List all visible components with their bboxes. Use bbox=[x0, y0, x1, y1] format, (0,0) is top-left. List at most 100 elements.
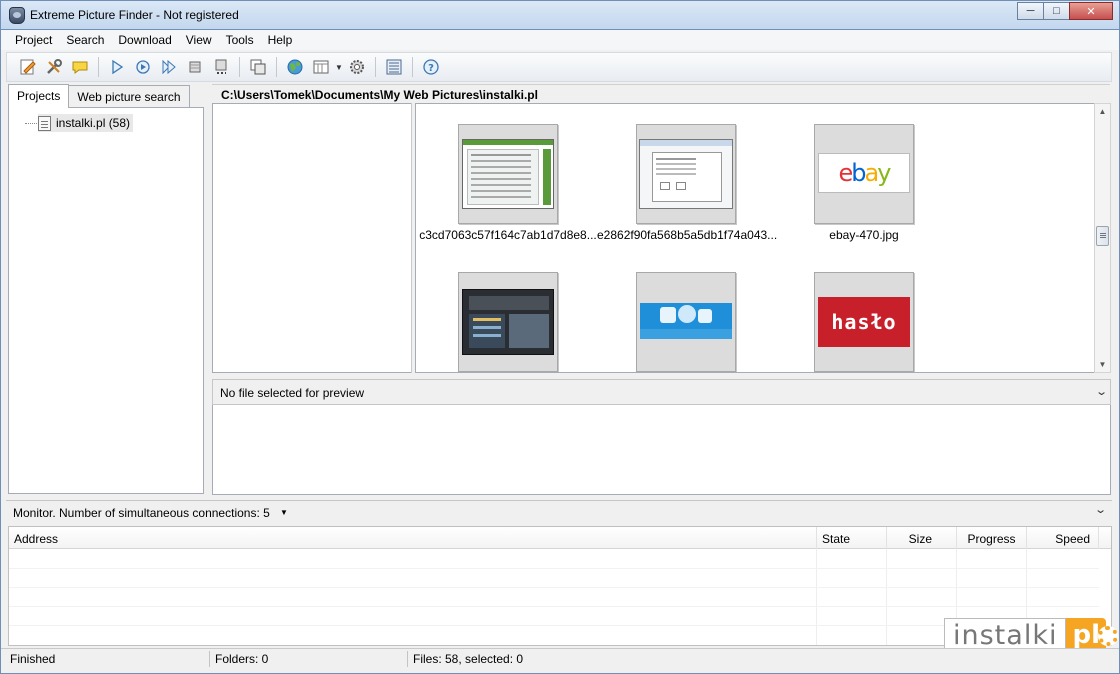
menu-search[interactable]: Search bbox=[59, 30, 111, 50]
menu-project[interactable]: Project bbox=[8, 30, 59, 50]
left-tabs: Projects Web picture search bbox=[8, 84, 190, 108]
stop-icon bbox=[189, 61, 201, 73]
connections-dropdown-icon[interactable]: ▼ bbox=[280, 508, 288, 517]
watermark-suffix-text: pl bbox=[1072, 620, 1100, 650]
monitor-collapse-icon[interactable]: ⌄ bbox=[1094, 503, 1107, 516]
current-path: C:\Users\Tomek\Documents\My Web Pictures… bbox=[221, 88, 538, 102]
toolbar-separator bbox=[239, 57, 240, 77]
edit-project-icon bbox=[20, 59, 36, 75]
preview-collapse-icon[interactable]: ⌄ bbox=[1095, 385, 1108, 398]
thumbnail-label: ebay-470.jpg bbox=[829, 228, 899, 242]
start-button[interactable] bbox=[104, 56, 130, 78]
scroll-thumb[interactable] bbox=[1096, 226, 1109, 246]
status-separator bbox=[209, 651, 210, 667]
menu-download[interactable]: Download bbox=[111, 30, 178, 50]
status-bar: Finished Folders: 0 Files: 58, selected:… bbox=[0, 648, 1120, 668]
projects-panel: Projects Web picture search instalki.pl … bbox=[8, 84, 204, 494]
scroll-up-icon[interactable]: ▲ bbox=[1095, 104, 1110, 119]
view-mode-icon bbox=[313, 60, 329, 74]
stop-all-icon bbox=[215, 59, 227, 74]
column-speed[interactable]: Speed bbox=[1027, 527, 1099, 549]
preview-status: No file selected for preview bbox=[220, 386, 365, 400]
refresh-button[interactable] bbox=[130, 56, 156, 78]
toolbar-separator bbox=[98, 57, 99, 77]
monitor-bar: Monitor. Number of simultaneous connecti… bbox=[6, 500, 1112, 524]
tree-connector bbox=[25, 123, 39, 124]
thumbnail-item[interactable] bbox=[636, 272, 736, 372]
column-state[interactable]: State bbox=[817, 527, 887, 549]
thumbnail-image bbox=[462, 289, 554, 355]
folder-pane[interactable] bbox=[212, 103, 411, 373]
resume-button[interactable] bbox=[156, 56, 182, 78]
view-mode-button[interactable] bbox=[308, 56, 334, 78]
toolbar: ▼ ? bbox=[6, 52, 1112, 82]
minimize-button[interactable]: ─ bbox=[1017, 2, 1044, 20]
menu-view[interactable]: View bbox=[179, 30, 219, 50]
tree-item-label: instalki.pl (58) bbox=[56, 116, 131, 130]
help-icon: ? bbox=[423, 59, 439, 75]
toolbar-separator bbox=[412, 57, 413, 77]
thumbnails-icon bbox=[386, 59, 402, 75]
menu-help[interactable]: Help bbox=[261, 30, 300, 50]
app-icon bbox=[9, 7, 25, 24]
thumbnail-item[interactable]: hasło bbox=[814, 272, 914, 372]
table-row-line bbox=[9, 625, 1099, 626]
view-mode-dropdown-icon[interactable]: ▼ bbox=[334, 63, 344, 72]
haslo-logo: hasło bbox=[831, 310, 897, 334]
thumbnail-label: c3cd7063c57f164c7ab1d7d8e8... bbox=[419, 228, 597, 242]
comment-icon bbox=[72, 61, 88, 74]
thumbnail-scrollbar[interactable]: ▲ ▼ bbox=[1094, 103, 1111, 373]
thumbnails-button[interactable] bbox=[381, 56, 407, 78]
svg-text:?: ? bbox=[428, 63, 434, 74]
project-tree: instalki.pl (58) bbox=[8, 107, 204, 494]
project-settings-button[interactable] bbox=[41, 56, 67, 78]
stop-button[interactable] bbox=[182, 56, 208, 78]
menu-tools[interactable]: Tools bbox=[219, 30, 261, 50]
thumbnail-label: e2862f90fa568b5a5db1f74a043... bbox=[597, 228, 778, 242]
table-gridline bbox=[816, 549, 817, 645]
thumbnail-item[interactable]: ebay bbox=[814, 124, 914, 224]
scroll-down-icon[interactable]: ▼ bbox=[1095, 357, 1110, 372]
project-settings-icon bbox=[47, 59, 62, 74]
monitor-title[interactable]: Monitor. Number of simultaneous connecti… bbox=[13, 506, 270, 520]
table-row-line bbox=[9, 587, 1099, 588]
project-file-icon bbox=[38, 115, 51, 131]
thumbnail-item[interactable] bbox=[458, 124, 558, 224]
path-bar: C:\Users\Tomek\Documents\My Web Pictures… bbox=[212, 84, 1110, 103]
start-icon bbox=[112, 59, 124, 75]
tab-web-picture-search[interactable]: Web picture search bbox=[68, 85, 190, 107]
status-separator bbox=[407, 651, 408, 667]
status-folders: Folders: 0 bbox=[215, 652, 269, 666]
thumbnail-image: hasło bbox=[818, 297, 910, 347]
minimize-icon: ─ bbox=[1026, 5, 1035, 17]
close-icon: ✕ bbox=[1086, 5, 1096, 18]
thumbnail-image bbox=[462, 139, 554, 209]
comment-button[interactable] bbox=[67, 56, 93, 78]
ebay-logo: ebay bbox=[838, 159, 892, 187]
preview-header: No file selected for preview ⌄ bbox=[212, 379, 1111, 405]
close-button[interactable]: ✕ bbox=[1069, 2, 1113, 20]
thumbnail-image bbox=[640, 303, 732, 339]
copy-button[interactable] bbox=[245, 56, 271, 78]
column-address[interactable]: Address bbox=[9, 527, 817, 549]
maximize-button[interactable]: □ bbox=[1043, 2, 1070, 20]
tab-projects[interactable]: Projects bbox=[8, 84, 70, 108]
thumbnail-image: ebay bbox=[818, 153, 910, 193]
globe-button[interactable] bbox=[282, 56, 308, 78]
tree-item-project[interactable]: instalki.pl (58) bbox=[38, 114, 134, 132]
edit-project-button[interactable] bbox=[15, 56, 41, 78]
thumbnail-item[interactable] bbox=[636, 124, 736, 224]
table-header: Address State Size Progress Speed bbox=[9, 527, 1111, 549]
title-bar: Extreme Picture Finder - Not registered … bbox=[0, 0, 1120, 30]
thumbnail-image bbox=[639, 139, 733, 209]
column-progress[interactable]: Progress bbox=[957, 527, 1027, 549]
stop-all-button[interactable] bbox=[208, 56, 234, 78]
thumbnail-item[interactable] bbox=[458, 272, 558, 372]
help-button[interactable]: ? bbox=[418, 56, 444, 78]
preview-area bbox=[212, 405, 1111, 495]
table-row-line bbox=[9, 568, 1099, 569]
settings-button[interactable] bbox=[344, 56, 370, 78]
window-controls: ─ □ ✕ bbox=[1017, 2, 1113, 22]
column-size[interactable]: Size bbox=[887, 527, 957, 549]
status-state: Finished bbox=[10, 652, 56, 666]
